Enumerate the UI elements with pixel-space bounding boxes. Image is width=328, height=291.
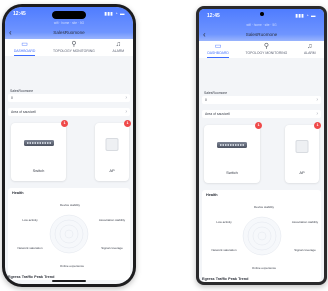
chevron-right-icon: › bbox=[316, 97, 318, 103]
monitor-icon: ▭ bbox=[214, 43, 222, 50]
topology-icon: ⚲ bbox=[263, 43, 269, 50]
bell-icon: ♫ bbox=[307, 43, 313, 50]
access-point-icon bbox=[295, 140, 309, 153]
status-time: 12:45 bbox=[207, 13, 220, 19]
health-panel: Health Device stability Association stab… bbox=[8, 188, 130, 280]
topology-icon: ⚲ bbox=[71, 41, 77, 48]
nav-bar: ‹ SalesRuomone bbox=[199, 30, 324, 39]
tab-topology-monitoring[interactable]: ⚲ TOPOLOGY MONITORING bbox=[53, 39, 95, 56]
tab-alarm[interactable]: ♫ ALARM bbox=[112, 39, 124, 56]
switch-card[interactable]: 1 Switch bbox=[204, 122, 262, 183]
ap-card[interactable]: 1 AP bbox=[95, 120, 131, 181]
home-indicator[interactable] bbox=[52, 280, 86, 282]
switch-device-icon bbox=[217, 142, 247, 148]
radar-axis-label: Association stability bbox=[98, 218, 126, 222]
alert-badge: 1 bbox=[124, 120, 131, 127]
tab-label: TOPOLOGY MONITORING bbox=[245, 51, 288, 55]
traffic-title: Egress Traffic Peak Trend bbox=[8, 275, 55, 279]
radar-axis-label: Signal coverage bbox=[294, 248, 316, 252]
back-chevron-icon[interactable]: ‹ bbox=[9, 28, 12, 37]
access-point-icon bbox=[105, 138, 119, 151]
area-select[interactable]: Area of sauvicell › bbox=[202, 110, 321, 118]
phone-screen: 12:45 ▮▮▮ ◔ ▬ wifi · home · site · 5G ‹ … bbox=[199, 9, 324, 282]
bell-icon: ♫ bbox=[115, 41, 121, 48]
device-name: AP bbox=[109, 168, 115, 173]
site-value: 0 bbox=[11, 96, 13, 100]
alert-badge: 1 bbox=[61, 120, 68, 127]
area-select[interactable]: Area of sauvicell › bbox=[8, 108, 130, 116]
tab-label: TOPOLOGY MONITORING bbox=[52, 49, 95, 53]
health-panel: Health Device stability Association stab… bbox=[202, 190, 321, 282]
chevron-right-icon: › bbox=[125, 109, 127, 115]
tab-dashboard[interactable]: ▭ DASHBOARD bbox=[207, 41, 229, 58]
tab-bar: ▭ DASHBOARD ⚲ TOPOLOGY MONITORING ♫ ALAR… bbox=[5, 39, 133, 56]
traffic-title: Egress Traffic Peak Trend bbox=[202, 277, 249, 281]
alert-badge: 1 bbox=[255, 122, 262, 129]
site-select[interactable]: 0 › bbox=[202, 96, 321, 104]
device-name: Switch bbox=[32, 168, 45, 173]
radar-axis-label: Online experience bbox=[251, 266, 277, 270]
site-subtitle: wifi · home · site · 5G bbox=[246, 23, 277, 27]
radar-axis-label: Network saturation bbox=[211, 248, 237, 252]
switch-card[interactable]: 1 Switch bbox=[11, 120, 68, 181]
alert-badge: 1 bbox=[314, 122, 321, 129]
monitor-icon: ▭ bbox=[21, 41, 28, 48]
radar-axis-label: Signal coverage bbox=[101, 246, 123, 250]
health-title: Health bbox=[206, 193, 218, 197]
android-mockup: 12:45 ▮▮▮ ◔ ▬ wifi · home · site · 5G ‹ … bbox=[196, 6, 327, 285]
back-chevron-icon[interactable]: ‹ bbox=[203, 30, 206, 39]
tab-label: ALARM bbox=[303, 51, 316, 55]
status-time: 12:45 bbox=[13, 11, 26, 17]
page-title: SalesRuomone bbox=[245, 32, 278, 37]
chevron-right-icon: › bbox=[316, 111, 318, 117]
health-radar-chart bbox=[49, 214, 89, 254]
chevron-right-icon: › bbox=[125, 95, 127, 101]
device-name: Switch bbox=[226, 170, 238, 175]
radar-axis-label: Low activity bbox=[22, 218, 38, 222]
radar-axis-label: Device stability bbox=[253, 205, 275, 209]
tab-label: DASHBOARD bbox=[13, 49, 36, 53]
site-label: SalesRuomone bbox=[10, 89, 34, 93]
page-title: SalesRuomone bbox=[53, 30, 85, 35]
switch-device-icon bbox=[23, 140, 54, 146]
radar-axis-label: Online experience bbox=[59, 264, 85, 268]
ap-card[interactable]: 1 AP bbox=[285, 122, 321, 183]
tab-topology-monitoring[interactable]: ⚲ TOPOLOGY MONITORING bbox=[245, 41, 287, 58]
phone-screen: 12:45 ▮▮▮ ◔ ▬ wifi · home · site · 5G ‹ … bbox=[5, 7, 133, 284]
tab-label: DASHBOARD bbox=[207, 51, 229, 55]
site-subtitle: wifi · home · site · 5G bbox=[53, 21, 85, 25]
health-title: Health bbox=[12, 191, 24, 195]
device-name: AP bbox=[299, 170, 305, 175]
area-label: Area of sauvicell bbox=[205, 112, 230, 116]
tab-label: ALARM bbox=[112, 49, 125, 53]
tab-bar: ▭ DASHBOARD ⚲ TOPOLOGY MONITORING ♫ ALAR… bbox=[199, 41, 324, 58]
site-label: SalesRuomone bbox=[204, 91, 228, 95]
radar-axis-label: Association stability bbox=[291, 220, 319, 224]
area-label: Area of sauvicell bbox=[11, 110, 36, 114]
status-bar: 12:45 ▮▮▮ ◔ ▬ bbox=[13, 10, 125, 18]
nav-bar: ‹ SalesRuomone bbox=[5, 28, 133, 37]
radar-axis-label: Low activity bbox=[216, 220, 232, 224]
iphone-mockup: 12:45 ▮▮▮ ◔ ▬ wifi · home · site · 5G ‹ … bbox=[2, 4, 136, 287]
site-value: 0 bbox=[205, 98, 207, 102]
radar-axis-label: Network saturation bbox=[17, 246, 43, 250]
health-radar-chart bbox=[242, 216, 281, 256]
site-select[interactable]: 0 › bbox=[8, 94, 130, 102]
tab-alarm[interactable]: ♫ ALARM bbox=[304, 41, 316, 58]
status-icons: ▮▮▮ ◔ ▬ bbox=[295, 13, 316, 18]
status-bar: 12:45 ▮▮▮ ◔ ▬ bbox=[207, 12, 316, 20]
tab-dashboard[interactable]: ▭ DASHBOARD bbox=[13, 39, 36, 56]
radar-axis-label: Device stability bbox=[59, 203, 81, 207]
status-icons: ▮▮▮ ◔ ▬ bbox=[104, 11, 125, 16]
